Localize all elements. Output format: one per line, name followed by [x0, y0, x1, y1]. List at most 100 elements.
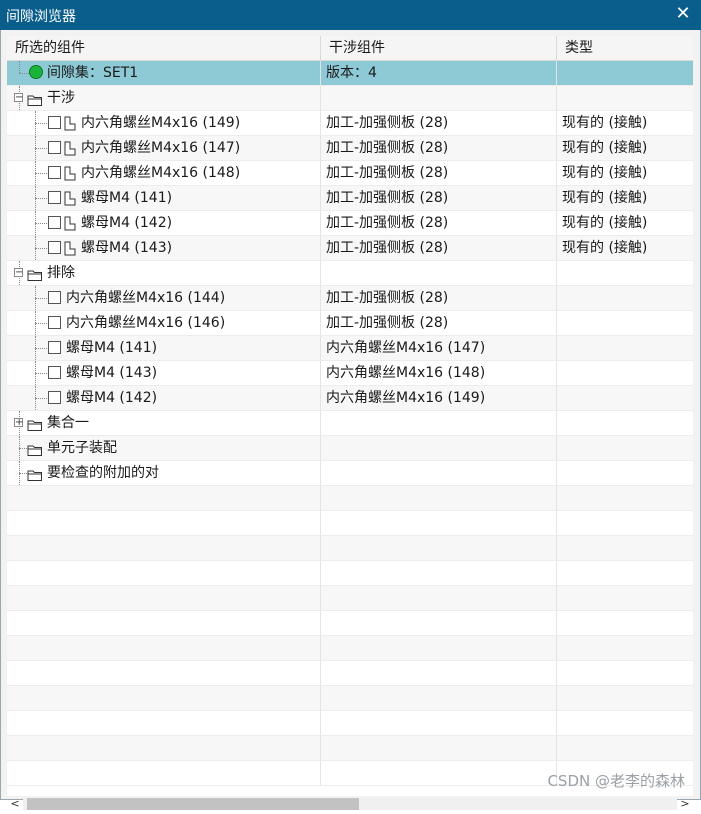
table-row[interactable]: 螺母M4 (143) 内六角螺丝M4x16 (148) [7, 361, 693, 386]
scroll-left-arrow-icon[interactable]: < [7, 794, 23, 814]
collapse-icon[interactable]: − [14, 93, 23, 103]
checkbox[interactable] [48, 291, 61, 304]
table-row[interactable]: 螺母M4 (141) 内六角螺丝M4x16 (147) [7, 336, 693, 361]
horizontal-scrollbar[interactable]: < > [7, 794, 693, 814]
column-header-selected-components[interactable]: 所选的组件 [7, 36, 321, 60]
tree-node-label: 内六角螺丝M4x16 (149) [81, 115, 241, 131]
table-row[interactable]: 内六角螺丝M4x16 (148) 加工-加强侧板 (28) 现有的 (接触) [7, 161, 693, 186]
tree-node-label: 内六角螺丝M4x16 (148) [81, 165, 241, 181]
scroll-track[interactable] [23, 798, 677, 810]
tree-node[interactable]: − 干涉 [7, 86, 320, 110]
table-row[interactable]: 螺母M4 (142) 加工-加强侧板 (28) 现有的 (接触) [7, 211, 693, 236]
tree-connector [35, 148, 47, 149]
scroll-right-arrow-icon[interactable]: > [677, 794, 693, 814]
cell-selected-component: 螺母M4 (142) [7, 386, 321, 410]
cell-selected-component [7, 536, 321, 560]
cell-selected-component [7, 586, 321, 610]
part-icon [64, 215, 76, 231]
table-row[interactable]: − 干涉 [7, 86, 693, 111]
tree-node[interactable]: 内六角螺丝M4x16 (148) [7, 161, 320, 185]
table-row[interactable]: 内六角螺丝M4x16 (144) 加工-加强侧板 (28) [7, 286, 693, 311]
table-row[interactable]: 螺母M4 (142) 内六角螺丝M4x16 (149) [7, 386, 693, 411]
tree-node[interactable]: 螺母M4 (143) [7, 361, 320, 385]
close-icon[interactable]: ✕ [673, 3, 693, 25]
cell-interfering-component: 加工-加强侧板 (28) [321, 211, 557, 235]
scroll-thumb[interactable] [27, 798, 359, 810]
checkbox[interactable] [48, 241, 61, 254]
cell-interfering-component [321, 561, 557, 585]
tree-node-label: 螺母M4 (142) [81, 215, 173, 231]
cell-type [557, 86, 693, 110]
tree-connector [35, 223, 47, 224]
cell-selected-component: 单元子装配 [7, 436, 321, 460]
tree-node[interactable]: 内六角螺丝M4x16 (144) [7, 286, 320, 310]
cell-interfering-component [321, 86, 557, 110]
checkbox[interactable] [48, 166, 61, 179]
table-row[interactable] [7, 711, 693, 736]
tree-node[interactable]: 螺母M4 (142) [7, 386, 320, 410]
cell-selected-component: 内六角螺丝M4x16 (144) [7, 286, 321, 310]
checkbox[interactable] [48, 316, 61, 329]
table-row[interactable]: 内六角螺丝M4x16 (149) 加工-加强侧板 (28) 现有的 (接触) [7, 111, 693, 136]
cell-interfering-component: 加工-加强侧板 (28) [321, 311, 557, 335]
checkbox[interactable] [48, 116, 61, 129]
table-row[interactable] [7, 511, 693, 536]
table-row[interactable]: + 集合一 [7, 411, 693, 436]
cell-interfering-component: 加工-加强侧板 (28) [321, 286, 557, 310]
tree-node[interactable]: 螺母M4 (142) [7, 211, 320, 235]
cell-selected-component [7, 636, 321, 660]
table-row[interactable] [7, 661, 693, 686]
tree-node[interactable]: 单元子装配 [7, 436, 320, 460]
tree-node[interactable]: 要检查的附加的对 [7, 461, 320, 485]
tree-node[interactable]: 螺母M4 (141) [7, 336, 320, 360]
cell-selected-component [7, 761, 321, 785]
table-row[interactable] [7, 486, 693, 511]
table-row[interactable]: 要检查的附加的对 [7, 461, 693, 486]
cell-selected-component: + 集合一 [7, 411, 321, 435]
cell-type: 现有的 (接触) [562, 190, 648, 206]
table-row[interactable]: 单元子装配 [7, 436, 693, 461]
cell-interfering-component: 内六角螺丝M4x16 (149) [321, 386, 557, 410]
window-title: 间隙浏览器 [6, 9, 76, 25]
checkbox[interactable] [48, 391, 61, 404]
table-row[interactable]: 内六角螺丝M4x16 (146) 加工-加强侧板 (28) [7, 311, 693, 336]
collapse-icon[interactable]: − [14, 268, 23, 278]
column-header-interfering-components[interactable]: 干涉组件 [321, 36, 557, 60]
tree-node[interactable]: 螺母M4 (141) [7, 186, 320, 210]
tree-node[interactable]: 间隙集：SET1 [7, 61, 320, 85]
cell-interfering-component [321, 486, 557, 510]
table-row[interactable] [7, 736, 693, 761]
cell-type [557, 336, 693, 360]
column-header: 所选的组件 干涉组件 类型 [7, 36, 693, 61]
cell-type [557, 386, 693, 410]
checkbox[interactable] [48, 191, 61, 204]
table-row[interactable] [7, 611, 693, 636]
tree-node[interactable]: + 集合一 [7, 411, 320, 435]
table-row[interactable] [7, 561, 693, 586]
table-row[interactable]: 螺母M4 (141) 加工-加强侧板 (28) 现有的 (接触) [7, 186, 693, 211]
checkbox[interactable] [48, 216, 61, 229]
checkbox[interactable] [48, 341, 61, 354]
tree-node[interactable]: 内六角螺丝M4x16 (149) [7, 111, 320, 135]
tree-node[interactable]: − 排除 [7, 261, 320, 285]
cell-interfering-component: 加工-加强侧板 (28) [321, 161, 557, 185]
tree-node[interactable]: 内六角螺丝M4x16 (146) [7, 311, 320, 335]
cell-type [557, 736, 693, 760]
clearance-tree-grid: 所选的组件 干涉组件 类型 间隙集：SET1 版本：4 − 干涉 内六角螺丝M4x16 … [7, 36, 693, 796]
tree-node[interactable]: 内六角螺丝M4x16 (147) [7, 136, 320, 160]
checkbox[interactable] [48, 366, 61, 379]
table-row[interactable]: 内六角螺丝M4x16 (147) 加工-加强侧板 (28) 现有的 (接触) [7, 136, 693, 161]
table-row[interactable] [7, 686, 693, 711]
tree-node[interactable]: 螺母M4 (143) [7, 236, 320, 260]
table-row[interactable] [7, 636, 693, 661]
table-row[interactable]: 螺母M4 (143) 加工-加强侧板 (28) 现有的 (接触) [7, 236, 693, 261]
table-row[interactable] [7, 536, 693, 561]
table-row[interactable]: − 排除 [7, 261, 693, 286]
table-row[interactable]: 间隙集：SET1 版本：4 [7, 61, 693, 86]
tree-connector [35, 398, 47, 399]
checkbox[interactable] [48, 141, 61, 154]
expand-icon[interactable]: + [14, 418, 23, 428]
table-row[interactable] [7, 586, 693, 611]
column-header-type[interactable]: 类型 [557, 36, 693, 60]
cell-type [557, 311, 693, 335]
